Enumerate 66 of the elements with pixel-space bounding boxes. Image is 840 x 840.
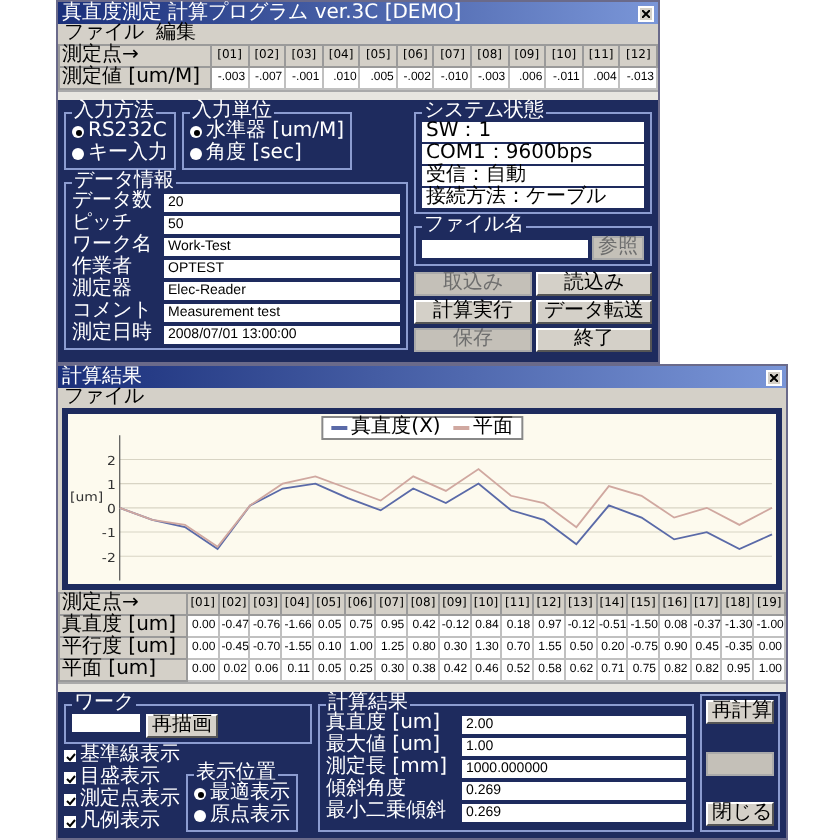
column-header: 測定点→	[59, 45, 211, 67]
input-field[interactable]	[72, 714, 140, 732]
radio-label: キー入力	[88, 144, 168, 164]
radio-label: 原点表示	[210, 806, 290, 826]
field-label: ワーク名	[72, 236, 154, 256]
checkbox[interactable]	[64, 794, 76, 806]
close-icon[interactable]	[638, 5, 654, 21]
checkbox[interactable]	[64, 816, 76, 828]
radio-button[interactable]	[190, 126, 202, 138]
input-field[interactable]	[422, 239, 588, 257]
group-title: 表示位置	[194, 764, 276, 784]
group-title: ファイル名	[422, 216, 526, 236]
row-header: 平行度 [um]	[59, 637, 187, 659]
radio-button[interactable]	[190, 148, 202, 160]
checkbox-label: 基準線表示	[80, 746, 180, 766]
legend-label: 平面	[472, 418, 513, 438]
row-header: 真直度 [um]	[59, 615, 187, 637]
radio-label: 水準器 [um/M]	[206, 122, 345, 142]
group-title: 入力方法	[72, 102, 154, 122]
action-button[interactable]: データ転送	[535, 300, 652, 324]
radio-button[interactable]	[194, 810, 206, 822]
group-title: データ情報	[74, 172, 176, 192]
scroll-bar[interactable]	[58, 682, 786, 692]
close-icon[interactable]	[766, 369, 782, 385]
field-label: 測定日時	[72, 324, 154, 344]
field-label: 作業者	[72, 258, 134, 278]
field-label: 測定長 [mm]	[326, 758, 449, 778]
radio-label: 最適表示	[210, 784, 290, 804]
action-button[interactable]: 読込み	[535, 272, 652, 296]
checkbox-label: 凡例表示	[80, 812, 160, 832]
radio-label: RS232C	[88, 122, 167, 142]
radio-label: 角度 [sec]	[206, 144, 302, 164]
menu-item[interactable]: 編集	[156, 24, 196, 44]
group-title: 計算結果	[328, 694, 408, 714]
checkbox[interactable]	[64, 772, 76, 784]
action-button[interactable]: 再計算	[706, 700, 774, 724]
scroll-bar[interactable]	[58, 90, 658, 100]
column-header: 測定点→	[59, 593, 187, 615]
menu-item[interactable]: ファイル	[64, 24, 144, 44]
window-title: 真直度測定 計算プログラム ver.3C [DEMO]	[62, 2, 462, 24]
field-label: 最大値 [um]	[326, 736, 443, 756]
field-label: 測定器	[72, 280, 134, 300]
row-header: 平面 [um]	[59, 659, 187, 681]
radio-button[interactable]	[72, 148, 84, 160]
field-label: 傾斜角度	[326, 780, 406, 800]
field-label: 最小二乗傾斜	[326, 802, 448, 822]
group-title: 入力単位	[190, 102, 274, 122]
field-label: ピッチ	[72, 214, 132, 234]
window-title: 計算結果	[62, 366, 142, 388]
action-button[interactable]: 計算実行	[414, 300, 531, 324]
radio-button[interactable]	[72, 126, 84, 138]
action-button[interactable]: 閉じる	[706, 802, 774, 826]
checkbox-label: 測定点表示	[80, 790, 180, 810]
field-label: 真直度 [um]	[326, 714, 443, 734]
field-label: データ数	[72, 192, 154, 212]
row-header: 測定値 [um/M]	[59, 67, 211, 89]
action-button[interactable]: 終了	[535, 328, 652, 352]
checkbox-label: 目盛表示	[80, 768, 160, 788]
group-title: ワーク	[72, 694, 136, 714]
menu-item[interactable]: ファイル	[64, 388, 144, 408]
group-title: システム状態	[422, 102, 546, 122]
radio-button[interactable]	[194, 788, 206, 800]
legend-label: 真直度(X)	[351, 418, 441, 438]
checkbox[interactable]	[64, 750, 76, 762]
field-label: コメント	[72, 302, 154, 322]
redraw-button[interactable]: 再描画	[146, 714, 218, 738]
